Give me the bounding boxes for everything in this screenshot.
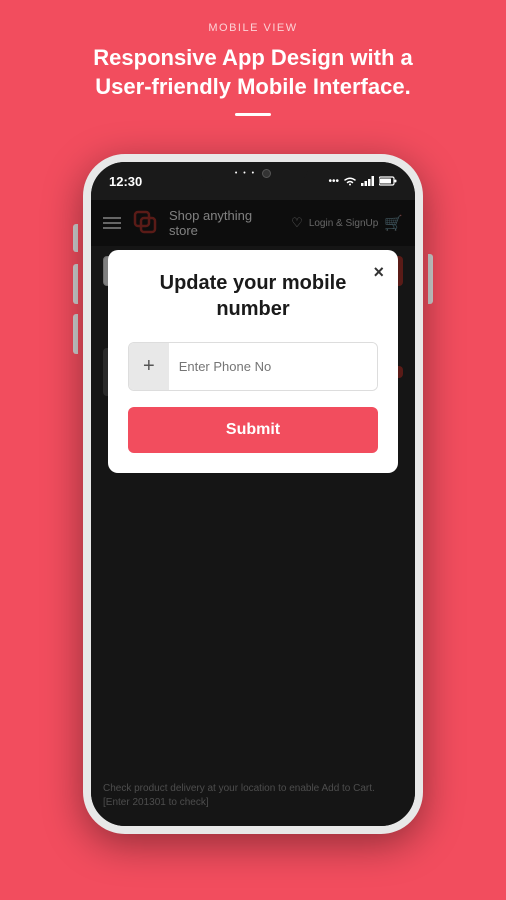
signal-icon <box>361 176 375 186</box>
modal-title: Update your mobile number <box>128 270 378 322</box>
mobile-view-label: MOBILE VIEW <box>208 22 297 34</box>
notch: • • • <box>198 162 308 184</box>
phone-side-button-left-bot <box>73 314 78 354</box>
modal-close-button[interactable]: × <box>373 262 384 283</box>
wifi-icon <box>343 176 357 186</box>
phone-content: Shop anything store ♡ Login & SignUp 🛒 S… <box>91 200 415 826</box>
headline: Responsive App Design with a User-friend… <box>73 44 433 101</box>
notch-dots: • • • <box>235 170 256 177</box>
submit-button[interactable]: Submit <box>128 407 378 453</box>
phone-side-button-left-mid <box>73 264 78 304</box>
status-bar: 12:30 • • • ••• <box>91 162 415 200</box>
modal-overlay: × Update your mobile number + Submit <box>91 200 415 826</box>
phone-side-button-right <box>428 254 433 304</box>
phone-number-input[interactable] <box>169 343 377 390</box>
phone-side-button-left-top <box>73 224 78 252</box>
notch-camera <box>262 169 271 178</box>
phone-input-row: + <box>128 342 378 391</box>
status-time: 12:30 <box>109 174 142 189</box>
status-icons: ••• <box>328 176 397 187</box>
phone-frame: 12:30 • • • ••• <box>83 154 423 834</box>
headline-divider <box>235 113 271 116</box>
modal-box: × Update your mobile number + Submit <box>108 250 398 473</box>
signal-dots-icon: ••• <box>328 176 339 187</box>
top-label-area: MOBILE VIEW <box>208 22 297 34</box>
phone-prefix-button[interactable]: + <box>129 343 169 390</box>
battery-icon <box>379 176 397 186</box>
